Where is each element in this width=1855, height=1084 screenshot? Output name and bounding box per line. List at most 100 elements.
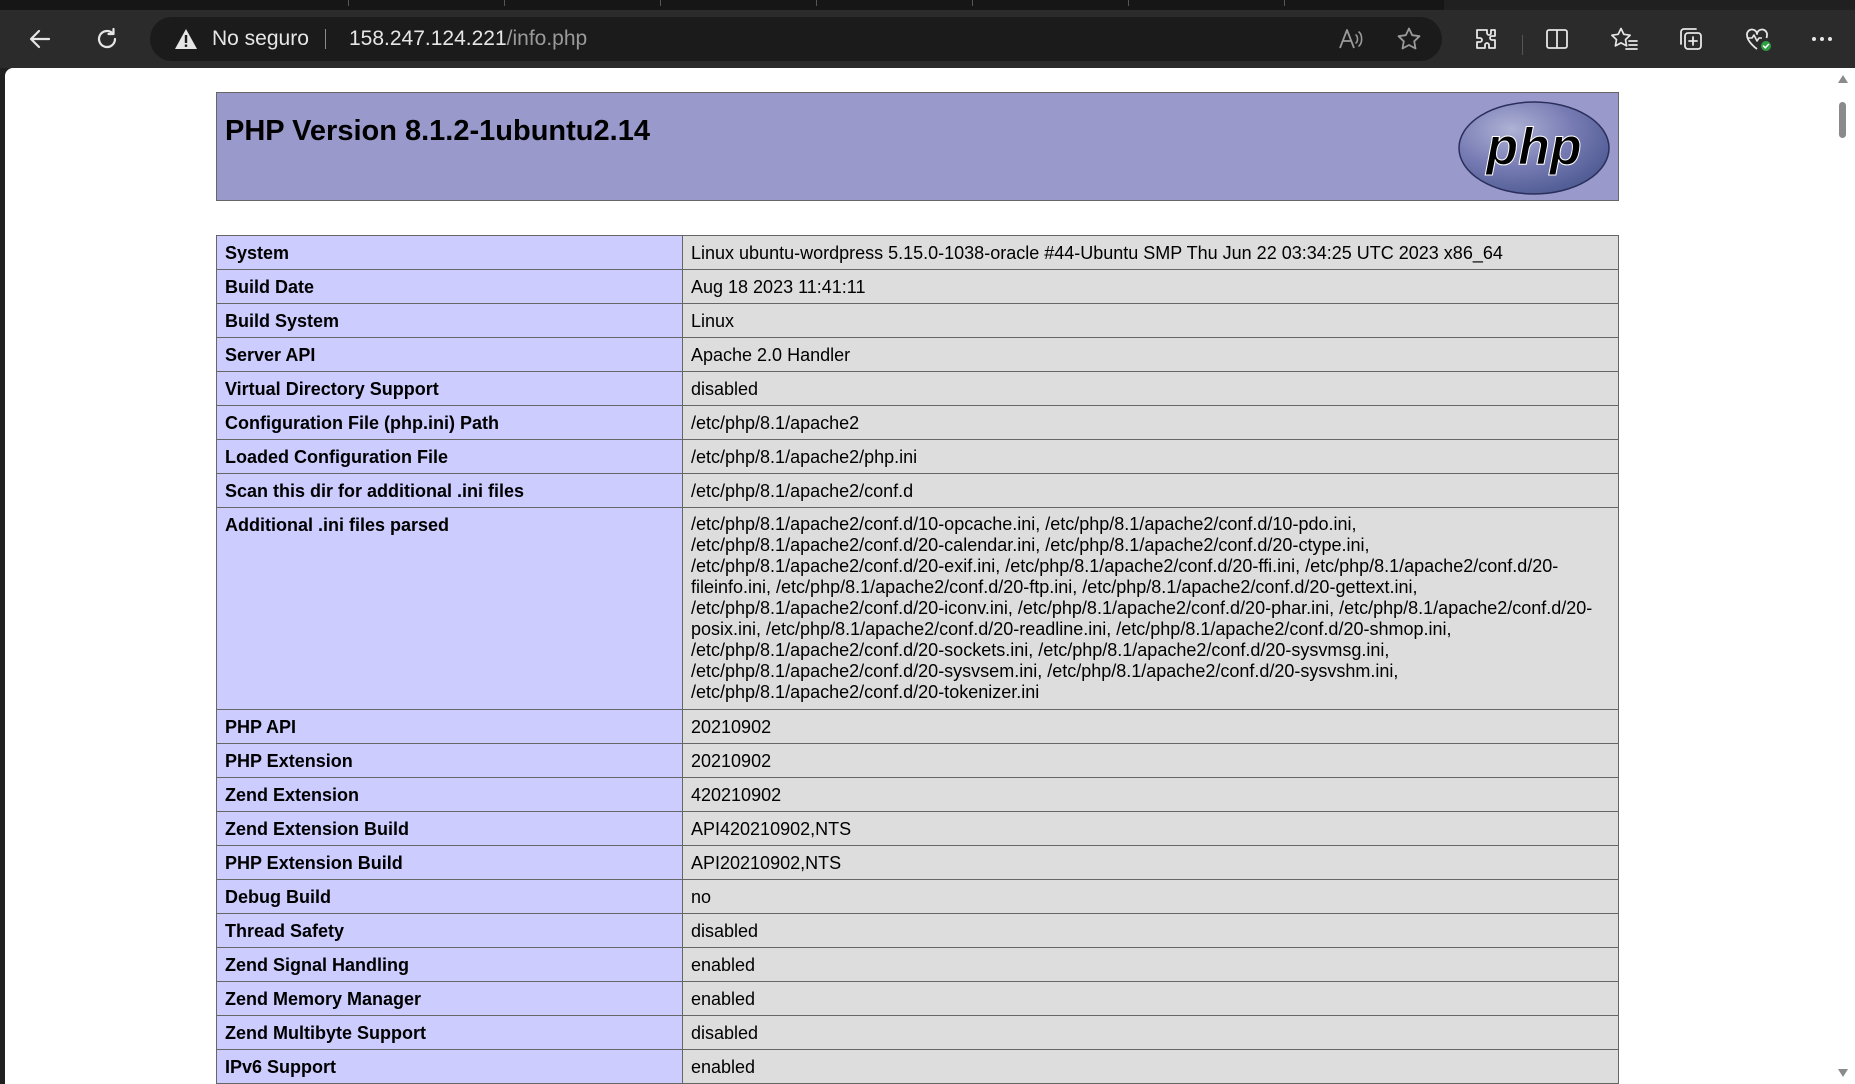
table-row: Scan this dir for additional .ini files /… [216, 473, 1619, 508]
row-key: Virtual Directory Support [216, 371, 683, 406]
row-key: PHP Extension Build [216, 845, 683, 880]
more-button[interactable] [1804, 21, 1840, 57]
row-value: disabled [682, 913, 1619, 948]
table-row: Build System Linux [216, 303, 1619, 338]
toolbar-separator [1522, 35, 1523, 55]
favorites-icon [1611, 27, 1638, 50]
table-row: Additional .ini files parsed/etc/php/8.1… [216, 507, 1619, 710]
address-bar[interactable]: No seguro 158.247.124.221/info.php [150, 17, 1442, 61]
table-row: PHP API 20210902 [216, 709, 1619, 744]
table-row: System Linux ubuntu-wordpress 5.15.0-1038… [216, 235, 1619, 270]
row-value: disabled [682, 1015, 1619, 1050]
table-row: Zend Memory Manager enabled [216, 981, 1619, 1016]
tab-separator [348, 0, 349, 6]
row-value: 20210902 [682, 709, 1619, 744]
row-key: PHP API [216, 709, 683, 744]
row-key: PHP Extension [216, 743, 683, 778]
tab-separator [972, 0, 973, 6]
split-screen-icon [1546, 29, 1568, 49]
split-screen-button[interactable] [1539, 21, 1575, 57]
table-row: Build Date Aug 18 2023 11:41:11 [216, 269, 1619, 304]
extensions-icon [1476, 29, 1496, 49]
vertical-scrollbar[interactable] [1831, 68, 1855, 1084]
row-value: enabled [682, 981, 1619, 1016]
table-row: Zend Extension 420210902 [216, 777, 1619, 812]
row-value: Apache 2.0 Handler [682, 337, 1619, 372]
favorite-star-icon[interactable] [1396, 26, 1422, 52]
favorites-button[interactable] [1606, 21, 1642, 57]
row-value: Linux ubuntu-wordpress 5.15.0-1038-oracl… [682, 235, 1619, 270]
collections-icon [1680, 28, 1702, 50]
row-key: Loaded Configuration File [216, 439, 683, 474]
page-viewport: PHP Version 8.1.2-1ubuntu2.14 php System… [5, 68, 1855, 1084]
row-value: 20210902 [682, 743, 1619, 778]
phpinfo-center: PHP Version 8.1.2-1ubuntu2.14 php System… [216, 92, 1619, 1084]
row-value: API20210902,NTS [682, 845, 1619, 880]
row-key: Zend Signal Handling [216, 947, 683, 982]
warning-icon[interactable] [174, 28, 198, 50]
extensions-button[interactable] [1468, 21, 1504, 57]
row-key: IPv6 Support [216, 1049, 683, 1084]
more-icon [1812, 37, 1832, 41]
url-text[interactable]: 158.247.124.221/info.php [349, 28, 587, 50]
phpinfo-table: System Linux ubuntu-wordpress 5.15.0-1038… [216, 235, 1619, 1084]
address-divider [325, 29, 326, 49]
php-logo[interactable]: php [1457, 100, 1611, 196]
table-row: Thread Safety disabled [216, 913, 1619, 948]
table-row: Virtual Directory Support disabled [216, 371, 1619, 406]
row-key: Zend Multibyte Support [216, 1015, 683, 1050]
scroll-down-arrow-icon[interactable] [1837, 1068, 1849, 1078]
read-aloud-icon[interactable] [1338, 27, 1364, 51]
table-row: Server API Apache 2.0 Handler [216, 337, 1619, 372]
row-key: Build Date [216, 269, 683, 304]
tab-list[interactable] [0, 0, 1444, 10]
row-key: System [216, 235, 683, 270]
row-value: API420210902,NTS [682, 811, 1619, 846]
back-button[interactable] [22, 21, 58, 57]
collections-button[interactable] [1673, 21, 1709, 57]
refresh-button[interactable] [89, 21, 125, 57]
row-key: Configuration File (php.ini) Path [216, 405, 683, 440]
row-value: /etc/php/8.1/apache2/conf.d/10-opcache.i… [682, 507, 1619, 710]
tab-separator [816, 0, 817, 6]
table-row: Zend Extension Build API420210902,NTS [216, 811, 1619, 846]
table-row: IPv6 Support enabled [216, 1049, 1619, 1084]
table-row: Loaded Configuration File/etc/php/8.1/ap… [216, 439, 1619, 474]
php-logo-text: php [1484, 118, 1581, 176]
row-key: Thread Safety [216, 913, 683, 948]
scroll-up-arrow-icon[interactable] [1837, 74, 1849, 84]
row-key: Build System [216, 303, 683, 338]
tab-separator [504, 0, 505, 6]
tab-separator [1128, 0, 1129, 6]
scrollbar-thumb[interactable] [1839, 102, 1846, 138]
row-value: /etc/php/8.1/apache2/conf.d [682, 473, 1619, 508]
table-row: Zend Signal Handling enabled [216, 947, 1619, 982]
row-value: /etc/php/8.1/apache2 [682, 405, 1619, 440]
security-label[interactable]: No seguro [212, 28, 309, 50]
row-key: Debug Build [216, 879, 683, 914]
table-row: PHP Extension Build API20210902,NTS [216, 845, 1619, 880]
row-value: Aug 18 2023 11:41:11 [682, 269, 1619, 304]
tab-separator [660, 0, 661, 6]
row-key: Scan this dir for additional .ini files [216, 473, 683, 508]
page-title: PHP Version 8.1.2-1ubuntu2.14 [225, 115, 650, 147]
url-path: /info.php [506, 27, 588, 50]
table-row: Debug Build no [216, 879, 1619, 914]
php-version-header: PHP Version 8.1.2-1ubuntu2.14 php [216, 92, 1619, 201]
row-value: Linux [682, 303, 1619, 338]
browser-essentials-icon [1746, 28, 1771, 51]
row-key: Zend Extension [216, 777, 683, 812]
row-value: /etc/php/8.1/apache2/php.ini [682, 439, 1619, 474]
browser-essentials-button[interactable] [1740, 21, 1776, 57]
row-key: Zend Memory Manager [216, 981, 683, 1016]
row-value: disabled [682, 371, 1619, 406]
row-key: Additional .ini files parsed [216, 507, 683, 710]
phpinfo-page: PHP Version 8.1.2-1ubuntu2.14 php System… [5, 68, 1831, 1084]
row-value: enabled [682, 947, 1619, 982]
table-row: PHP Extension 20210902 [216, 743, 1619, 778]
url-host: 158.247.124.221 [349, 27, 507, 50]
back-icon [29, 29, 51, 49]
row-value: no [682, 879, 1619, 914]
row-key: Zend Extension Build [216, 811, 683, 846]
row-key: Server API [216, 337, 683, 372]
